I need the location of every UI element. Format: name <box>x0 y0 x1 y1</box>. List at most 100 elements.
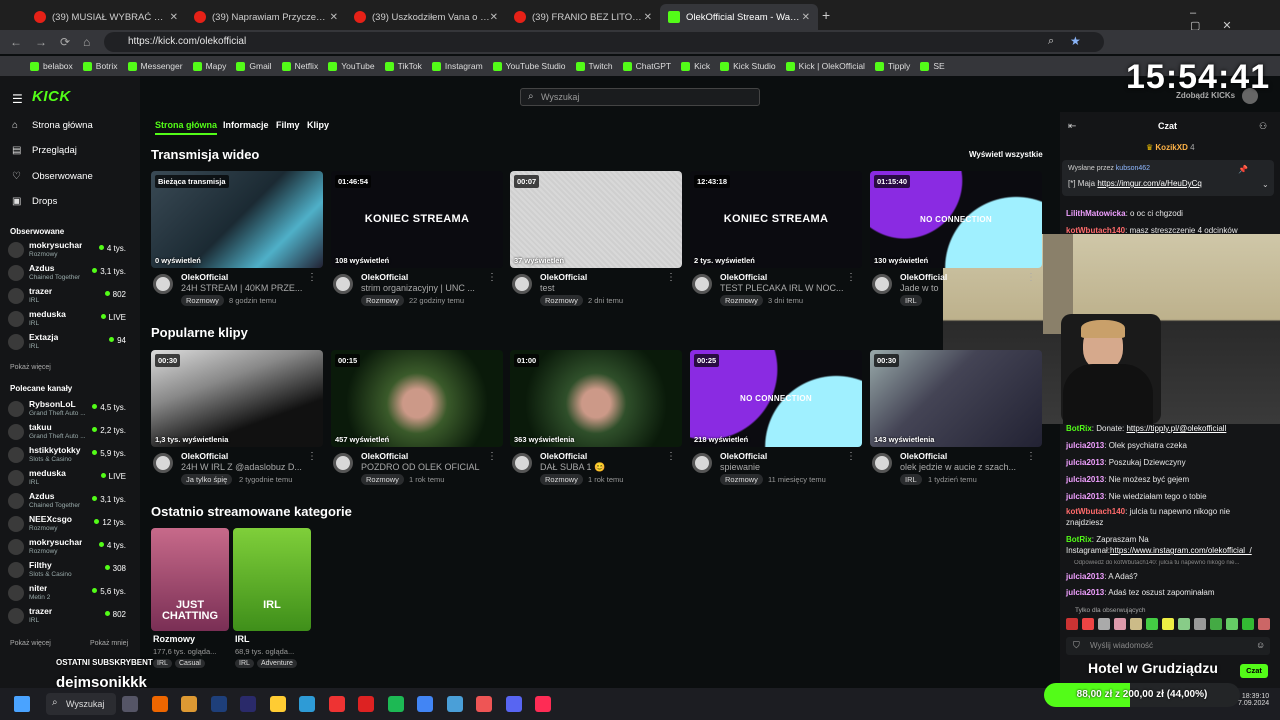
close-tab-icon[interactable]: ✕ <box>330 12 338 23</box>
bookmark-item[interactable]: Kick <box>681 61 710 71</box>
channel-avatar[interactable] <box>692 453 712 473</box>
kick-logo[interactable]: KICK <box>32 88 71 105</box>
emote-icon[interactable] <box>1258 618 1270 630</box>
channel-avatar[interactable] <box>512 274 532 294</box>
send-chat-button[interactable]: Czat <box>1240 664 1268 678</box>
video-thumbnail[interactable]: 01:15:40 NO CONNECTION 130 wyświetleń <box>870 171 1042 268</box>
bookmark-item[interactable]: Messenger <box>127 61 183 71</box>
emote-icon[interactable] <box>1066 618 1078 630</box>
chat-message[interactable]: LilithMatowicka: o oc ci chgzodi <box>1066 208 1256 219</box>
more-options-icon[interactable]: ⋮ <box>307 451 317 462</box>
emote-bar[interactable] <box>1066 618 1270 632</box>
video-title[interactable]: strim organizacyjny | UNC ... <box>361 283 489 293</box>
tab-about[interactable]: Informacje <box>223 120 269 130</box>
sidebar-channel[interactable]: mokrysuchar Rozmowy 4 tys. <box>8 239 132 261</box>
more-options-icon[interactable]: ⋮ <box>487 272 497 283</box>
emote-icon[interactable] <box>1242 618 1254 630</box>
video-thumbnail[interactable]: Bieżąca transmisja 0 wyświetleń <box>151 171 323 268</box>
clip-thumbnail[interactable]: 00:25 NO CONNECTION 218 wyświetleń <box>690 350 862 447</box>
taskbar-app-icon[interactable] <box>328 696 345 712</box>
category-name[interactable]: Rozmowy <box>153 634 195 644</box>
sidebar-channel[interactable]: RybsonLoL Grand Theft Auto ... 4,5 tys. <box>8 398 132 420</box>
channel-name[interactable]: OlekOfficial <box>720 451 767 461</box>
taskbar-app-icon[interactable] <box>387 696 404 712</box>
emote-icon[interactable] <box>1146 618 1158 630</box>
menu-icon[interactable]: ☰ <box>12 92 23 106</box>
emote-icon[interactable] <box>1226 618 1238 630</box>
emoji-icon[interactable]: ☺ <box>1256 640 1265 650</box>
close-tab-icon[interactable]: ✕ <box>490 12 498 23</box>
clip-title[interactable]: olek jedzie w aucie z szach... <box>900 462 1028 472</box>
chat-message[interactable]: julcia2013: Nie możesz być gejem <box>1066 474 1256 485</box>
emote-icon[interactable] <box>1098 618 1110 630</box>
chat-message[interactable]: julcia2013: Adaś tez oszust zapominałam <box>1066 587 1256 598</box>
sidebar-channel[interactable]: Azdus Chained Together 3,1 tys. <box>8 490 132 512</box>
channel-avatar[interactable] <box>333 453 353 473</box>
url-bar[interactable]: https://kick.com/olekofficial <box>104 32 1104 52</box>
clip-title[interactable]: DAŁ SUBA 1 😊 <box>540 462 668 473</box>
emote-icon[interactable] <box>1162 618 1174 630</box>
sidebar-channel[interactable]: mokrysuchar Rozmowy 4 tys. <box>8 536 132 558</box>
channel-avatar[interactable] <box>512 453 532 473</box>
channel-name[interactable]: OlekOfficial <box>540 272 587 282</box>
search-input[interactable]: ⌕ Wyszukaj <box>520 88 760 106</box>
video-title[interactable]: TEST PLECAKA IRL W NOC... <box>720 283 848 293</box>
more-options-icon[interactable]: ⋮ <box>307 272 317 283</box>
channel-name[interactable]: OlekOfficial <box>181 272 228 282</box>
bookmark-item[interactable]: Botrix <box>82 61 118 71</box>
sidebar-channel[interactable]: takuu Grand Theft Auto ... 2,2 tys. <box>8 421 132 443</box>
view-all-link[interactable]: Wyświetl wszystkie <box>969 150 1043 159</box>
chat-username[interactable]: BotRix <box>1066 424 1092 433</box>
bookmark-item[interactable]: belabox <box>30 61 73 71</box>
show-more-button[interactable]: Pokaż więcej <box>10 640 51 647</box>
video-thumbnail[interactable]: 12:43:18 KONIEC STREAMA 2 tys. wyświetleń <box>690 171 862 268</box>
nav-home[interactable]: ⌂ Strona główna <box>12 120 93 131</box>
clip-title[interactable]: POZDRO OD OLEK OFICIAL <box>361 462 489 472</box>
bookmark-item[interactable]: Netflix <box>281 61 318 71</box>
zoom-icon[interactable]: ⌕ <box>1048 35 1054 48</box>
sidebar-channel[interactable]: meduska IRL LIVE <box>8 308 132 330</box>
chat-username[interactable]: LilithMatowicka <box>1066 209 1126 218</box>
new-tab-icon[interactable]: + <box>822 7 830 23</box>
sidebar-channel[interactable]: Filthy Slots & Casino 308 <box>8 559 132 581</box>
bookmark-item[interactable]: Tipply <box>874 61 910 71</box>
category-card[interactable]: JUST CHATTING <box>151 528 229 631</box>
taskbar-app-icon[interactable] <box>181 696 197 712</box>
clip-title[interactable]: spiewanie <box>720 462 848 472</box>
channel-name[interactable]: OlekOfficial <box>900 451 947 461</box>
category-tag[interactable]: IRL <box>153 659 172 668</box>
chat-message[interactable]: BotRix: Zapraszam Na Instagramał:https:/… <box>1066 534 1256 556</box>
taskbar-app-icon[interactable] <box>122 696 138 712</box>
clip-thumbnail[interactable]: 00:30 1,3 tys. wyświetlenia <box>151 350 323 447</box>
more-options-icon[interactable]: ⋮ <box>666 451 676 462</box>
video-thumbnail[interactable]: 00:07 37 wyświetleń <box>510 171 682 268</box>
chat-message[interactable]: julcia2013: Poszukaj Dziewczyny <box>1066 457 1256 468</box>
category-tag[interactable]: Rozmowy <box>720 295 763 306</box>
sidebar-channel[interactable]: hstikkytokky Slots & Casino 5,9 tys. <box>8 444 132 466</box>
channel-name[interactable]: OlekOfficial <box>540 451 587 461</box>
category-tag[interactable]: IRL <box>900 474 922 485</box>
bookmark-item[interactable]: YouTube Studio <box>492 61 566 71</box>
pinned-message[interactable]: Wysłane przez kubson462 [*] Maja https:/… <box>1062 160 1274 196</box>
nav-browse[interactable]: ▤ Przeglądaj <box>12 145 77 156</box>
nav-drops[interactable]: ▣ Drops <box>12 196 57 207</box>
emote-icon[interactable] <box>1194 618 1206 630</box>
chat-message[interactable]: kotWbutach140: julcia tu napewno nikogo … <box>1066 506 1256 528</box>
chat-message[interactable]: kotWbutach140: masz streszczenie 4 odcin… <box>1066 225 1256 236</box>
more-options-icon[interactable]: ⋮ <box>1026 451 1036 462</box>
category-tag[interactable]: Ja tylko śpię <box>181 474 233 485</box>
sidebar-channel[interactable]: Extazja IRL 94 <box>8 331 132 353</box>
chat-username[interactable]: julcia2013 <box>1066 492 1104 501</box>
clip-thumbnail[interactable]: 00:15 457 wyświetleń <box>331 350 503 447</box>
bookmark-item[interactable]: Kick Studio <box>720 61 776 71</box>
chat-username[interactable]: BotRix <box>1066 535 1092 544</box>
sidebar-channel[interactable]: trazer IRL 802 <box>8 285 132 307</box>
clip-thumbnail[interactable]: 00:30 143 wyświetlenia <box>870 350 1042 447</box>
sidebar-channel[interactable]: Azdus Chained Together 3,1 tys. <box>8 262 132 284</box>
bookmark-item[interactable]: ChatGPT <box>622 61 671 71</box>
category-tag[interactable]: Rozmowy <box>720 474 763 485</box>
window-controls[interactable]: –▢✕ <box>1190 7 1280 32</box>
channel-name[interactable]: OlekOfficial <box>361 272 408 282</box>
category-tag[interactable]: Rozmowy <box>540 474 583 485</box>
chat-link[interactable]: https://www.instagram.com/olekofficial_/ <box>1110 546 1252 555</box>
